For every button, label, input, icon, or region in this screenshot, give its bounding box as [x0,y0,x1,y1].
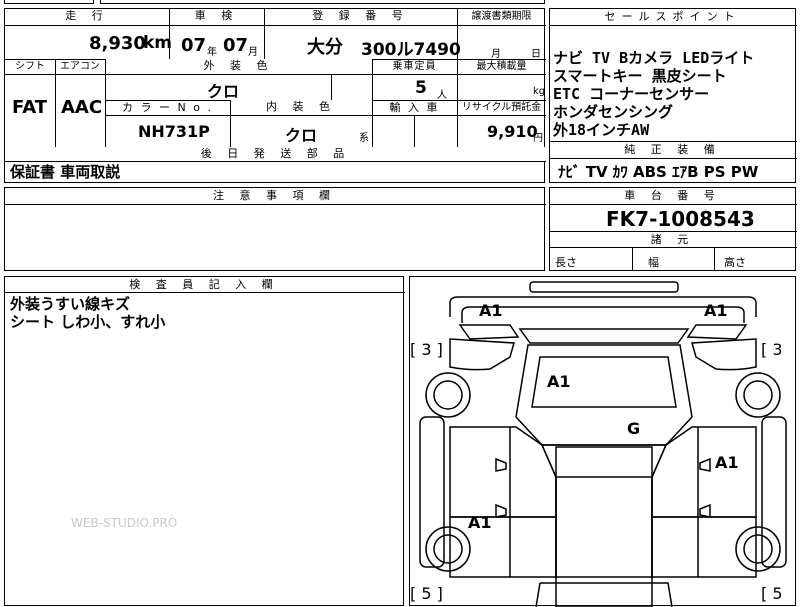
tire-label-front-right: [ 3 [761,340,783,359]
inspection-month: 07 [223,35,249,56]
dims-header: 諸 元 [550,232,795,247]
shift-value: FAT [12,97,48,118]
mileage-unit: km [143,33,173,53]
inspector-header: 検 査 員 記 入 欄 [5,277,403,292]
color-no-header: カ ラ ー N o . [122,101,213,114]
mark-left-door: A1 [468,513,492,532]
height-label: 高さ [724,256,746,269]
tire-label-rear-left: [ 5 ] [410,584,443,603]
car-diagram [419,281,787,607]
recycle-fee-unit: 円 [533,133,543,144]
interior-color-value: クロ [285,126,318,145]
recycle-header: リサイクル預託金 [461,102,542,113]
mark-right-door: A1 [715,453,739,472]
transfer-header: 譲渡書類期限 [471,11,532,22]
damage-diagram-panel: A1 A1 A1 G A1 A1 [ 3 ] [ 3 [ 5 ] [ 5 [409,276,796,607]
aircon-header: エアコン [60,61,100,72]
inspector-panel: 検 査 員 記 入 欄 外装うすい線キズ シート しわ小、すれ小 WEB-STU… [4,276,405,606]
tire-label-front-left: [ 3 ] [410,340,443,359]
max-load-header: 最大積載量 [476,61,527,72]
top-strip-2 [100,0,545,4]
capacity-value: 5 [415,78,427,98]
selling-point-3: ETC コーナーセンサー [553,85,710,103]
selling-point-4: ホンダセンシング [553,103,674,121]
interior-color-header: 内 装 色 [230,100,372,115]
inspector-line-2: シート しわ小、すれ小 [10,313,166,331]
length-label: 長さ [555,256,577,269]
exterior-color-value: クロ [207,82,240,101]
inspection-header: 車 検 [169,9,264,25]
registration-region: 大分 [307,37,343,58]
selling-points-header: セールスポイント [550,9,795,25]
registration-number: 300ル7490 [361,40,461,60]
transfer-day-unit: 日 [531,49,541,60]
inspector-line-1: 外装うすい線キズ [10,295,131,313]
chassis-value: FK7-1008543 [606,207,755,231]
tire-label-rear-right: [ 5 [761,584,783,603]
selling-point-1: ナビ TV Bカメラ LEDライト [553,49,755,67]
selling-point-2: スマートキー 黒皮シート [553,67,727,85]
mileage-value: 8,930 [89,33,146,54]
inspection-year: 07 [181,35,207,56]
vehicle-info-table: 走 行 車 検 登 録 番 号 譲渡書類期限 8,930 km 07 年 07 … [4,8,546,183]
caution-panel: 注 意 事 項 欄 [4,187,546,271]
watermark: WEB-STUDIO.PRO [71,516,178,530]
top-strip [4,0,94,4]
width-label: 幅 [648,256,659,269]
chassis-header: 車 台 番 号 [550,188,795,204]
aircon-value: AAC [61,97,103,118]
mark-hood: A1 [547,372,571,391]
mark-front-left: A1 [479,301,503,320]
interior-color-unit: 系 [359,133,369,144]
later-parts-value: 保証書 車両取説 [10,163,121,181]
mileage-header: 走 行 [5,9,169,25]
genuine-equipment-header: 純 正 装 備 [550,142,795,158]
selling-points-panel: セールスポイント ナビ TV Bカメラ LEDライト スマートキー 黒皮シート … [549,8,797,183]
capacity-unit: 人 [437,90,447,101]
mark-roof: G [627,419,641,438]
chassis-panel: 車 台 番 号 FK7-1008543 諸 元 長さ 幅 高さ [549,187,797,271]
genuine-equipment-value: ﾅﾋﾞ TV ｶﾜ ABS ｴｱB PS PW [558,163,759,181]
registration-header: 登 録 番 号 [264,9,457,25]
mark-front-right: A1 [704,301,728,320]
import-header: 輸 入 車 [389,101,440,114]
inspection-month-unit: 月 [248,47,258,58]
capacity-header: 乗車定員 [392,61,437,72]
caution-header: 注 意 事 項 欄 [5,188,544,204]
inspection-year-unit: 年 [207,47,217,58]
transfer-month-unit: 月 [491,49,501,60]
shift-header: シフト [15,61,45,72]
later-parts-header: 後 日 発 送 部 品 [5,147,546,161]
recycle-fee-value: 9,910 [487,122,538,141]
exterior-color-header: 外 装 色 [105,59,372,74]
color-no-value: NH731P [138,122,210,141]
max-load-unit: kg [533,86,546,97]
selling-point-5: 外18インチAW [553,121,650,139]
